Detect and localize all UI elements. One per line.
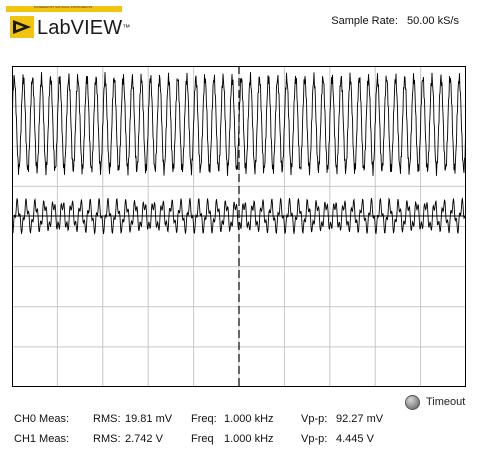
ch1-rms-value: 2.742 V — [125, 433, 163, 445]
ch1-vpp-value: 4.445 V — [336, 433, 374, 445]
labview-front-panel: POWERED BY NATIONAL INSTRUMENTS LabVIEW™… — [0, 0, 477, 454]
sample-rate-display: Sample Rate: 50.00 kS/s — [331, 15, 459, 27]
waveform-graph[interactable] — [12, 66, 466, 387]
timeout-label: Timeout — [426, 396, 466, 408]
ch0-freq-label: Freq: — [191, 413, 217, 425]
ch0-freq-value: 1.000 kHz — [224, 413, 274, 425]
ch0-vpp-value: 92.27 mV — [336, 413, 384, 425]
ch0-vpp-label: Vp-p: — [301, 413, 328, 425]
ch1-label: CH1 Meas: — [14, 433, 70, 445]
logo-trademark: ™ — [122, 23, 131, 32]
sample-rate-value: 50.00 kS/s — [407, 15, 459, 27]
ch0-rms-label: RMS: — [93, 413, 121, 425]
ch0-measurements: CH0 Meas: RMS: 19.81 mV Freq: 1.000 kHz … — [14, 413, 474, 429]
ch1-freq-label: Freq — [191, 433, 214, 445]
ch0-rms-value: 19.81 mV — [125, 413, 173, 425]
led-icon — [405, 394, 420, 410]
ch0-label: CH0 Meas: — [14, 413, 70, 425]
labview-logo-icon — [10, 16, 34, 38]
timeout-indicator: Timeout — [405, 393, 465, 411]
ch1-freq-value: 1.000 kHz — [224, 433, 274, 445]
ch1-rms-label: RMS: — [93, 433, 121, 445]
logo-powered-by: POWERED BY NATIONAL INSTRUMENTS — [34, 5, 93, 9]
waveform-graph-plot[interactable] — [12, 66, 466, 387]
sample-rate-label: Sample Rate: — [331, 15, 398, 27]
ch1-measurements: CH1 Meas: RMS: 2.742 V Freq 1.000 kHz Vp… — [14, 433, 474, 449]
logo-product-name: LabVIEW — [37, 17, 123, 39]
labview-logo: POWERED BY NATIONAL INSTRUMENTS LabVIEW™ — [6, 5, 130, 40]
ch1-vpp-label: Vp-p: — [301, 433, 328, 445]
